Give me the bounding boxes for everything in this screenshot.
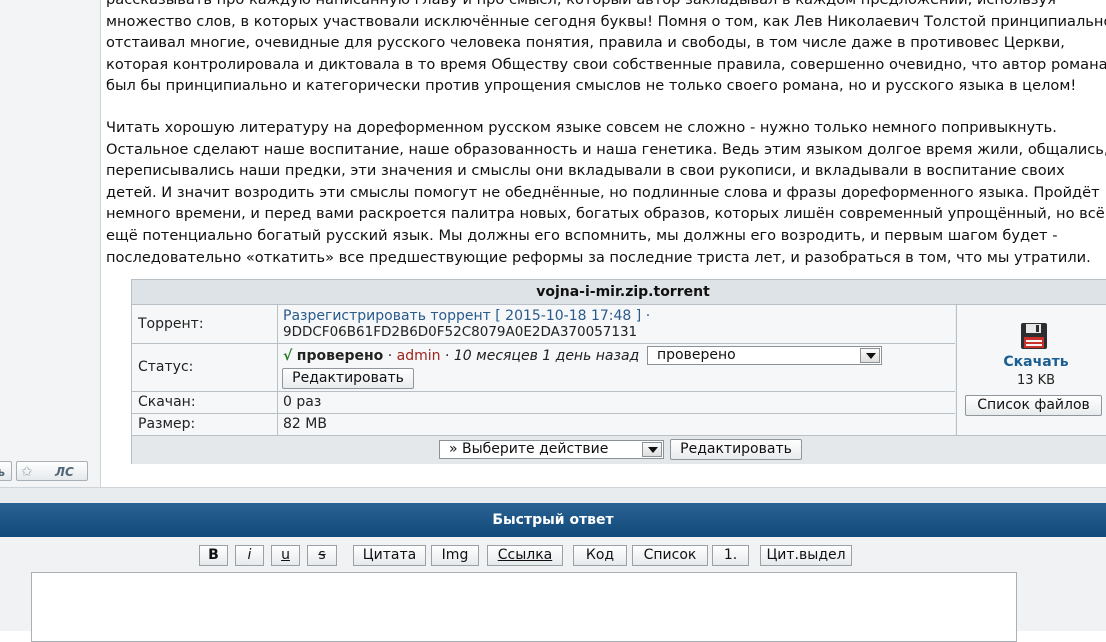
action-select[interactable]: » Выберите действие <box>439 440 664 459</box>
numbered-list-button[interactable]: 1. <box>712 545 749 566</box>
list-button[interactable]: Список <box>632 545 708 566</box>
private-message-button[interactable]: ✩ ЛС <box>16 461 88 481</box>
size-row: Размер: 82 MB <box>132 414 955 435</box>
file-list-button[interactable]: Список файлов <box>965 395 1102 416</box>
profile-button[interactable]: ь <box>0 461 12 481</box>
chevron-down-icon <box>642 442 662 457</box>
edit-status-button[interactable]: Редактировать <box>282 368 414 389</box>
separator: · <box>387 348 393 364</box>
downloaded-count: 0 раз <box>283 394 322 410</box>
action-edit-button[interactable]: Редактировать <box>670 439 802 460</box>
torrent-row-value: Разрегистрировать торрент [ 2015-10-18 1… <box>279 308 955 340</box>
underline-button[interactable]: u <box>271 545 300 566</box>
private-message-label: ЛС <box>55 465 74 479</box>
registration-date: [ 2015-10-18 17:48 ] · <box>495 308 651 324</box>
status-time: 10 месяцев 1 день назад <box>453 348 640 364</box>
download-link[interactable]: Скачать <box>957 354 1106 370</box>
star-icon: ✩ <box>21 464 33 480</box>
status-select-value: проверено <box>657 347 736 363</box>
post-paragraph-2: Читать хорошую литературу на дореформенн… <box>106 119 1106 266</box>
status-row-label: Статус: <box>132 344 278 391</box>
unregister-torrent-link[interactable]: Разрегистрировать торрент <box>283 308 491 324</box>
torrent-filename: vojna-i-mir.zip.torrent <box>132 280 1106 305</box>
code-button[interactable]: Код <box>573 545 627 566</box>
chevron-down-icon <box>860 348 880 363</box>
size-row-label: Размер: <box>132 414 278 435</box>
downloaded-row-label: Скачан: <box>132 392 278 413</box>
separator-band <box>0 487 1106 504</box>
quote-button[interactable]: Цитата <box>353 545 426 566</box>
post-paragraph-1: рассказывать про каждую написанную главу… <box>106 0 1106 95</box>
torrent-row-label: Торрент: <box>132 305 278 343</box>
torrent-info-table: vojna-i-mir.zip.torrent Торрент: Разреги… <box>131 279 1106 464</box>
quick-reply-header: Быстрый ответ <box>0 503 1106 537</box>
action-select-value: » Выберите действие <box>449 441 609 457</box>
quick-reply-area: B i u s Цитата Img Ссылка Код Список 1. … <box>0 537 1106 642</box>
floppy-disk-icon[interactable] <box>1020 322 1048 350</box>
torrent-file-size: 13 KB <box>1016 373 1056 388</box>
reply-textarea[interactable] <box>31 572 1017 642</box>
italic-button[interactable]: i <box>235 545 264 566</box>
downloaded-row: Скачан: 0 раз <box>132 392 955 414</box>
strike-button[interactable]: s <box>307 545 337 566</box>
status-text: проверено <box>296 348 384 364</box>
status-user-link[interactable]: admin <box>397 348 441 364</box>
info-hash: 9DDCF06B61FD2B6D0F52C8079A0E2DA370057131 <box>283 324 638 340</box>
bold-button[interactable]: B <box>199 545 228 566</box>
left-user-column <box>0 0 101 487</box>
link-button[interactable]: Ссылка <box>487 545 563 566</box>
check-icon: √ <box>283 348 293 364</box>
torrent-actions-bar: » Выберите действие Редактировать <box>132 435 1106 464</box>
torrent-body: Торрент: Разрегистрировать торрент [ 201… <box>132 305 1106 435</box>
separator: · <box>444 348 450 364</box>
size-value: 82 MB <box>283 416 327 432</box>
status-row: Статус: √ проверено · admin · 10 месяцев… <box>132 344 955 392</box>
status-select[interactable]: проверено <box>647 346 882 365</box>
download-panel: Скачать 13 KB Список файлов <box>956 305 1106 435</box>
image-button[interactable]: Img <box>431 545 479 566</box>
quote-selection-button[interactable]: Цит.выдел <box>760 545 852 566</box>
torrent-row: Торрент: Разрегистрировать торрент [ 201… <box>132 305 955 344</box>
